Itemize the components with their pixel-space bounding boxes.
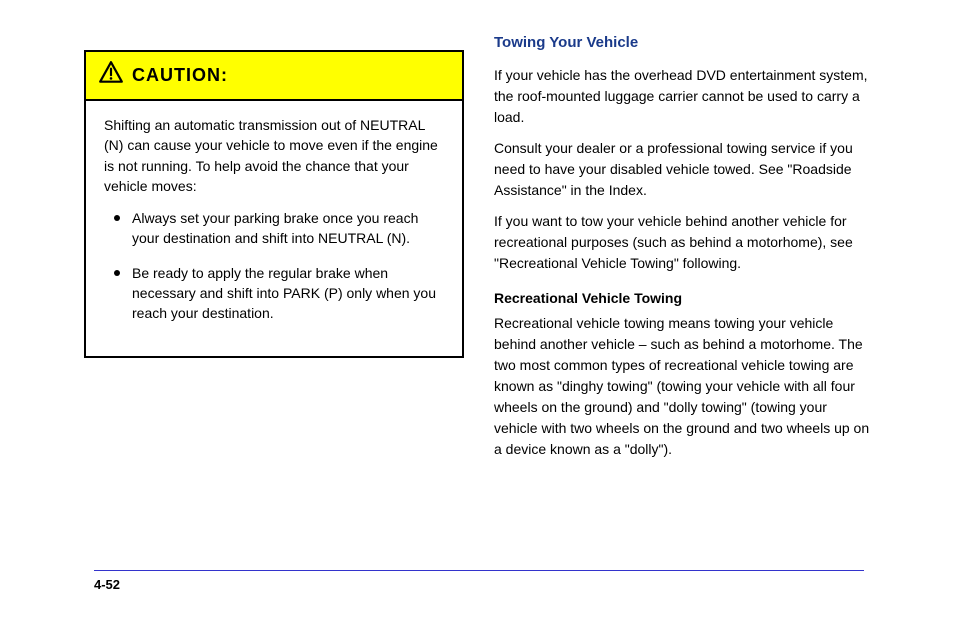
caution-title: CAUTION: [132, 65, 228, 86]
caution-list: Always set your parking brake once you r… [104, 208, 446, 323]
caution-box: CAUTION: Shifting an automatic transmiss… [84, 50, 464, 358]
caution-intro: Shifting an automatic transmission out o… [104, 115, 446, 196]
caution-header: CAUTION: [86, 52, 462, 101]
dinghy-section: Towing Your Vehicle If your vehicle has … [494, 32, 874, 470]
notice-body: Recreational vehicle towing means towing… [494, 313, 874, 460]
dinghy-body: If your vehicle has the overhead DVD ent… [494, 65, 874, 460]
dinghy-para3: If you want to tow your vehicle behind a… [494, 211, 874, 274]
list-item: Always set your parking brake once you r… [114, 208, 446, 249]
dinghy-para2: Consult your dealer or a professional to… [494, 138, 874, 201]
dinghy-para1: If your vehicle has the overhead DVD ent… [494, 65, 874, 128]
page-number: 4-52 [94, 577, 120, 592]
page-footer: 4-52 [94, 570, 864, 592]
caution-body: Shifting an automatic transmission out o… [86, 101, 462, 356]
dinghy-heading: Towing Your Vehicle [494, 32, 874, 55]
notice-heading: Recreational Vehicle Towing [494, 288, 874, 309]
caution-triangle-icon [98, 60, 124, 91]
list-item: Be ready to apply the regular brake when… [114, 263, 446, 324]
